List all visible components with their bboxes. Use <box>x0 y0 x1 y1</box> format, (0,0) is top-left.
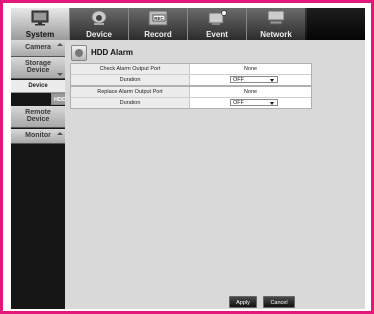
tab-record-label: Record <box>144 30 172 39</box>
tab-device[interactable]: Device <box>69 8 128 40</box>
sidebar: Camera Storage Device Device HDD Alarm R… <box>11 40 99 309</box>
check-port-label: Check Alarm Output Port <box>71 64 190 74</box>
chevron-down-icon <box>270 102 274 105</box>
cancel-button-label: Cancel <box>270 300 288 306</box>
rec-icon: REC <box>148 10 168 26</box>
replace-port-label: Replace Alarm Output Port <box>71 87 190 97</box>
tab-record[interactable]: REC Record <box>128 8 187 40</box>
tab-event[interactable]: Event <box>187 8 246 40</box>
cancel-button[interactable]: Cancel <box>263 296 295 308</box>
sidebar-item-remote-device[interactable]: Remote Device <box>11 106 65 128</box>
sidebar-item-storage-label-1: Storage <box>24 60 52 67</box>
outer-frame: System Device REC Record Event Network C… <box>3 3 371 311</box>
check-alarm-group: Check Alarm Output Port None Duration OF… <box>70 63 312 86</box>
hdd-icon <box>71 45 87 61</box>
sidebar-item-remote-label-2: Device <box>26 116 50 123</box>
chevron-down-icon <box>270 79 274 82</box>
tab-system[interactable]: System <box>11 8 69 40</box>
event-icon <box>208 10 227 25</box>
svg-text:REC: REC <box>154 16 164 21</box>
tab-system-label: System <box>25 30 55 39</box>
replace-duration-select[interactable]: OFF <box>230 99 278 106</box>
replace-duration-label: Duration <box>71 98 190 108</box>
top-bar-filler <box>307 8 365 40</box>
setup-window: System Device REC Record Event Network C… <box>11 8 365 309</box>
tab-event-label: Event <box>206 30 228 39</box>
replace-duration-row: Duration OFF <box>71 97 311 108</box>
check-duration-value: OFF <box>233 77 244 83</box>
check-duration-label: Duration <box>71 75 190 85</box>
tab-device-label: Device <box>86 30 112 39</box>
sidebar-item-camera-label: Camera <box>25 44 51 51</box>
sidebar-item-remote-label-1: Remote <box>25 109 51 116</box>
check-duration-cell: OFF <box>190 75 311 85</box>
check-port-row: Check Alarm Output Port None <box>71 64 311 74</box>
content-panel: HDD Alarm Check Alarm Output Port None D… <box>65 40 365 309</box>
check-duration-select[interactable]: OFF <box>230 76 278 83</box>
replace-duration-value: OFF <box>233 100 244 106</box>
collapse-arrow-icon <box>57 132 63 135</box>
replace-port-row: Replace Alarm Output Port None <box>71 87 311 97</box>
replace-alarm-group: Replace Alarm Output Port None Duration … <box>70 86 312 109</box>
sidebar-item-camera[interactable]: Camera <box>11 40 65 57</box>
monitor-icon <box>31 10 49 26</box>
check-duration-row: Duration OFF <box>71 74 311 85</box>
sidebar-item-monitor-label: Monitor <box>25 132 51 139</box>
expand-arrow-icon <box>57 73 63 76</box>
top-menu-bar: System Device REC Record Event Network <box>11 8 365 40</box>
network-icon <box>267 10 285 25</box>
page-title: HDD Alarm <box>91 48 133 57</box>
sidebar-subitem-device[interactable]: Device <box>11 80 65 93</box>
replace-port-value[interactable]: None <box>190 87 311 97</box>
tab-network-label: Network <box>260 30 292 39</box>
tab-network[interactable]: Network <box>246 8 305 40</box>
apply-button-label: Apply <box>236 300 250 306</box>
sidebar-subitem-device-label: Device <box>28 83 48 89</box>
collapse-arrow-icon <box>57 43 63 46</box>
sidebar-item-storage-device[interactable]: Storage Device <box>11 57 65 79</box>
replace-duration-cell: OFF <box>190 98 311 108</box>
camera-icon <box>91 10 107 25</box>
check-port-value[interactable]: None <box>190 64 311 74</box>
apply-button[interactable]: Apply <box>229 296 257 308</box>
sidebar-item-monitor[interactable]: Monitor <box>11 129 65 144</box>
